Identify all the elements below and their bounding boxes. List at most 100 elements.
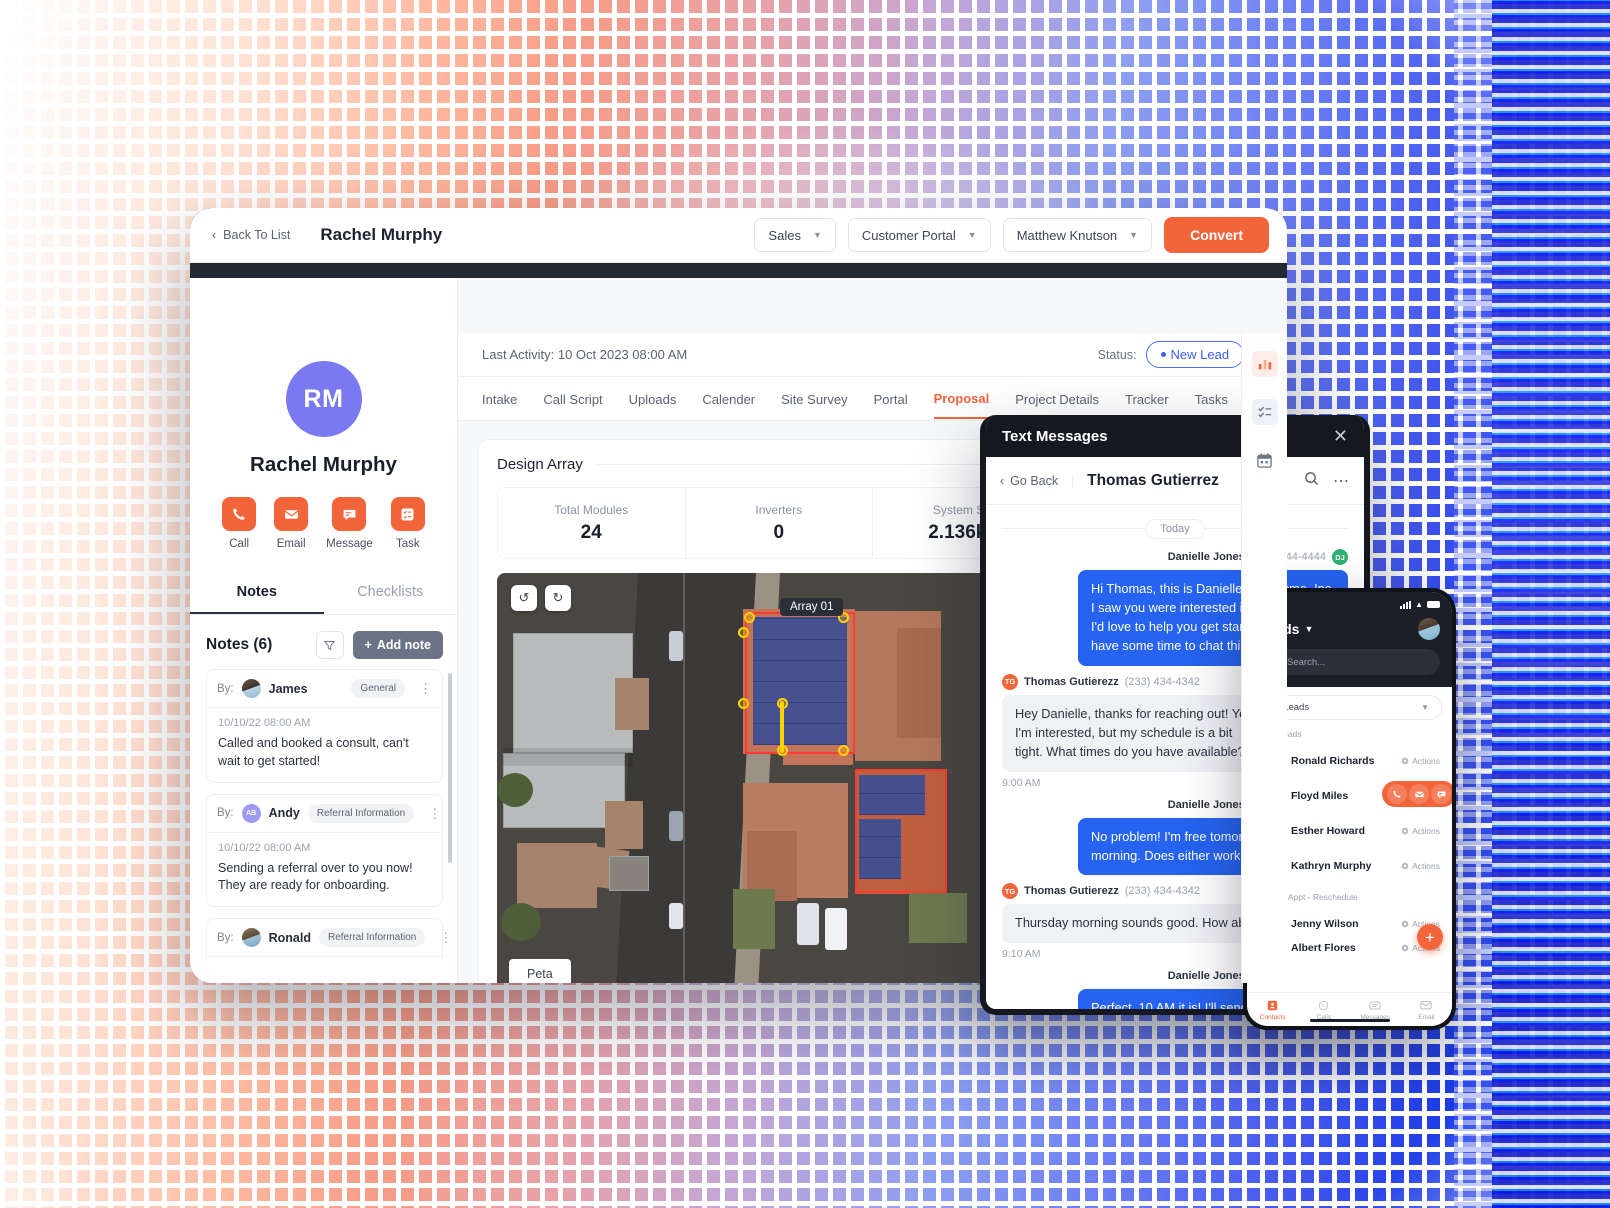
- calls-icon: [1298, 998, 1349, 1012]
- quick-actions: Call Email Message Task: [190, 497, 457, 550]
- status-badge[interactable]: New Lead: [1145, 341, 1245, 368]
- notes-filter-button[interactable]: [315, 631, 344, 659]
- phone-status-icons: ▲: [1400, 600, 1440, 609]
- lead-actions-button[interactable]: Actions: [1401, 756, 1440, 766]
- nav-contacts[interactable]: Contacts: [1247, 998, 1298, 1021]
- map-array-vertex[interactable]: [777, 745, 788, 756]
- page-title: Rachel Murphy: [320, 225, 443, 244]
- quick-action-task[interactable]: Task: [390, 497, 425, 550]
- tab-checklists[interactable]: Checklists: [324, 572, 458, 614]
- tab-tasks[interactable]: Tasks: [1195, 380, 1228, 418]
- phone-icon: [222, 497, 257, 531]
- map-car: [669, 903, 683, 929]
- conversation-contact-name: Thomas Gutierrez: [1087, 471, 1219, 489]
- lead-name: Esther Howard: [1291, 824, 1366, 837]
- quick-action-task-label: Task: [396, 538, 420, 550]
- owner-select-value: Matthew Knutson: [1016, 227, 1118, 243]
- chevron-left-icon: ‹: [212, 228, 217, 242]
- map-array-outline: [855, 769, 947, 893]
- tab-proposal[interactable]: Proposal: [933, 379, 990, 419]
- nav-calls[interactable]: Calls: [1298, 998, 1349, 1021]
- lead-actions-button[interactable]: Actions: [1401, 861, 1440, 871]
- last-activity-label: Last Activity: 10 Oct 2023 08:00 AM: [482, 347, 688, 362]
- day-separator: Today: [1002, 519, 1348, 539]
- tab-uploads[interactable]: Uploads: [629, 380, 677, 418]
- note-timestamp: 10/10/22 08:00 AM: [218, 841, 311, 854]
- add-note-button[interactable]: + Add note: [352, 631, 443, 659]
- add-note-label: Add note: [376, 638, 431, 652]
- quick-action-email-label: Email: [276, 538, 306, 550]
- contacts-icon: [1247, 998, 1298, 1012]
- pipeline-select-value: Sales: [768, 227, 801, 243]
- owner-select[interactable]: Matthew Knutson ▼: [1002, 218, 1153, 252]
- note-menu-icon[interactable]: ⋮: [413, 682, 432, 695]
- chat-icon: [332, 497, 367, 531]
- portal-select[interactable]: Customer Portal ▼: [847, 218, 991, 252]
- phone-user-avatar[interactable]: [1418, 618, 1440, 640]
- tab-site-survey[interactable]: Site Survey: [781, 380, 847, 418]
- message-sender: Thomas Gutierezz: [1024, 885, 1119, 898]
- tab-intake[interactable]: Intake: [482, 380, 517, 418]
- note-item[interactable]: By: AB Andy Referral Information ⋮ 10/10…: [206, 793, 443, 907]
- notes-scrollbar[interactable]: [448, 673, 452, 863]
- note-author: Ronald: [268, 930, 311, 945]
- map-building: [609, 856, 649, 891]
- note-menu-icon[interactable]: ⋮: [422, 807, 441, 820]
- tab-portal[interactable]: Portal: [874, 380, 908, 418]
- map-car: [825, 908, 847, 950]
- map-array-vertex[interactable]: [744, 612, 755, 623]
- chart-icon[interactable]: [1251, 351, 1278, 377]
- quick-action-email[interactable]: Email: [274, 497, 309, 550]
- back-to-list-button[interactable]: ‹ Back To List: [212, 228, 290, 242]
- message-sender: Thomas Gutierezz: [1024, 675, 1119, 688]
- note-item[interactable]: By: James General ⋮ 10/10/22 08:00 AM Ca…: [206, 669, 443, 783]
- quick-action-message[interactable]: Message: [326, 497, 373, 550]
- stat-total-modules-value: 24: [580, 521, 602, 543]
- right-rail: [1241, 333, 1287, 983]
- add-lead-fab[interactable]: +: [1417, 924, 1443, 950]
- map-lawn: [909, 893, 967, 943]
- messages-icon: [1350, 998, 1401, 1012]
- calendar-icon[interactable]: [1252, 447, 1278, 473]
- tab-call-script[interactable]: Call Script: [543, 380, 602, 418]
- nav-email-label: Email: [1418, 1014, 1435, 1021]
- chat-icon[interactable]: [1431, 784, 1451, 804]
- note-by-label: By:: [217, 931, 234, 944]
- swipe-actions: [1382, 781, 1452, 807]
- note-menu-icon[interactable]: ⋮: [433, 931, 452, 944]
- gear-icon: [1401, 920, 1409, 927]
- checklist-icon[interactable]: [1251, 399, 1278, 425]
- undo-icon[interactable]: ↺: [511, 585, 537, 611]
- map-array-vertex[interactable]: [838, 745, 849, 756]
- nav-contacts-label: Contacts: [1259, 1014, 1286, 1021]
- record-subheader: ‹ Back To List Rachel Murphy Sales ▼ Cus…: [190, 208, 1287, 263]
- close-icon[interactable]: ✕: [1333, 427, 1348, 445]
- more-options-icon[interactable]: ⋯: [1333, 471, 1350, 491]
- note-by-label: By:: [217, 682, 234, 695]
- nav-messages[interactable]: Messages: [1350, 998, 1401, 1021]
- map-array-vertex[interactable]: [738, 627, 749, 638]
- back-to-list-label: Back To List: [223, 228, 291, 242]
- phone-icon[interactable]: [1387, 784, 1407, 804]
- conversation-actions: ⋯: [1304, 471, 1350, 491]
- nav-email[interactable]: Email: [1401, 998, 1452, 1021]
- pipeline-select[interactable]: Sales ▼: [754, 218, 836, 252]
- tab-project-details[interactable]: Project Details: [1015, 380, 1099, 418]
- map-array-vertex[interactable]: [738, 698, 749, 709]
- note-timestamp: 10/10/22 08:00 AM: [218, 717, 311, 729]
- convert-button[interactable]: Convert: [1164, 217, 1269, 253]
- redo-icon[interactable]: ↻: [545, 585, 571, 611]
- envelope-icon[interactable]: [1409, 784, 1429, 804]
- go-back-button[interactable]: ‹ Go Back: [1000, 473, 1074, 488]
- notes-list[interactable]: By: James General ⋮ 10/10/22 08:00 AM Ca…: [190, 669, 457, 959]
- avatar: DJ: [1332, 549, 1348, 565]
- quick-action-call[interactable]: Call: [222, 497, 257, 550]
- search-icon[interactable]: [1304, 471, 1319, 491]
- tab-calender[interactable]: Calender: [702, 380, 755, 418]
- map-array-vertex[interactable]: [777, 698, 788, 709]
- tab-notes[interactable]: Notes: [190, 572, 324, 614]
- lead-actions-button[interactable]: Actions: [1401, 826, 1440, 836]
- gear-icon: [1401, 757, 1409, 764]
- note-item[interactable]: By: Ronald Referral Information ⋮ 10/10/…: [206, 918, 452, 959]
- tab-tracker[interactable]: Tracker: [1125, 380, 1169, 418]
